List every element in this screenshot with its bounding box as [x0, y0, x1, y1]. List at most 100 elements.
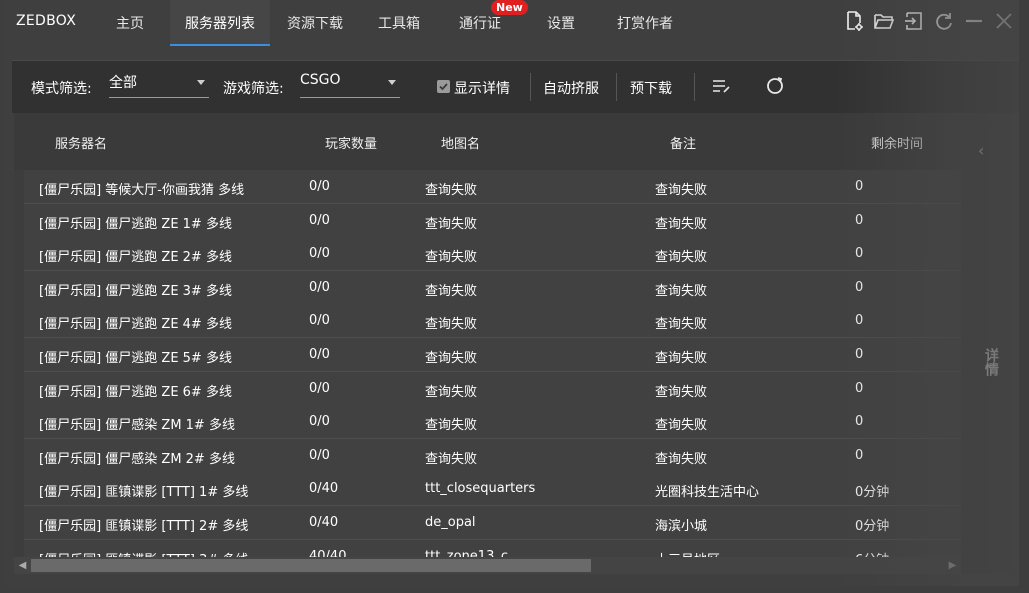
map-cell: 查询失败	[425, 384, 478, 400]
map-cell: 查询失败	[425, 451, 478, 467]
title-bar: ZEDBOX 主页 服务器列表 资源下载 工具箱 通行证 New 设置 打赏作者	[4, 0, 1019, 46]
players-cell: 0/40	[309, 515, 339, 530]
table-row[interactable]: [僵尸乐园] 匪镇谍影 [TTT] 1# 多线 0/40 ttt_closequar…	[24, 472, 961, 507]
mode-filter-label: 模式筛选:	[31, 81, 92, 97]
players-cell: 0/0	[309, 212, 330, 228]
nav-item-downloads[interactable]: 资源下载	[287, 13, 343, 33]
note-cell: 查询失败	[655, 317, 708, 333]
time-left-cell: 0	[855, 246, 864, 262]
table-row[interactable]: [僵尸乐园] 僵尸逃跑 ZE 4# 多线 0/0 查询失败 查询失败 0	[24, 304, 961, 339]
refresh-list-icon[interactable]	[764, 75, 786, 97]
note-cell: 查询失败	[655, 418, 708, 434]
server-name-cell: [僵尸乐园] 僵尸感染 ZM 1# 多线	[39, 418, 235, 434]
players-cell: 0/0	[309, 447, 330, 463]
nav-active-underline	[170, 44, 270, 46]
map-cell: 查询失败	[425, 317, 478, 333]
app-name: ZEDBOX	[16, 13, 77, 29]
note-cell: 光圈科技生活中心	[655, 485, 760, 501]
mode-filter-select[interactable]: 全部	[109, 71, 209, 98]
scroll-left-arrow-icon[interactable]: ◀	[14, 557, 31, 574]
filter-toolbar: 模式筛选: 全部 游戏筛选: CSGO 显示详情 自动挤服 预下载	[12, 60, 1019, 113]
chevron-down-icon	[197, 80, 205, 85]
scroll-right-arrow-icon[interactable]: ▶	[944, 557, 961, 574]
scroll-thumb[interactable]	[31, 559, 591, 572]
game-filter-value: CSGO	[300, 72, 341, 88]
column-header-time-left[interactable]: 剩余时间	[871, 133, 923, 152]
time-left-cell: 0	[855, 347, 864, 362]
mode-filter-value: 全部	[109, 75, 137, 91]
nav-item-settings[interactable]: 设置	[547, 13, 575, 33]
details-panel-toggle[interactable]: 详情	[981, 348, 1001, 376]
table-row[interactable]: [僵尸乐园] 匪镇谍影 [TTT] 2# 多线 0/40 de_opal 海滨小城 0分…	[24, 506, 961, 540]
players-cell: 0/0	[309, 414, 330, 430]
table-row[interactable]: [僵尸乐园] 等候大厅-你画我猜 多线 0/0 查询失败 查询失败 0	[24, 170, 961, 204]
players-cell: 0/0	[309, 279, 330, 295]
time-left-cell: 0	[855, 279, 864, 295]
map-cell: 查询失败	[425, 418, 478, 434]
nav-item-server-list[interactable]: 服务器列表	[185, 13, 255, 33]
nav-item-pass[interactable]: 通行证	[459, 13, 501, 33]
players-cell: 0/0	[309, 347, 330, 362]
table-row[interactable]: [僵尸乐园] 僵尸逃跑 ZE 5# 多线 0/0 查询失败 查询失败 0	[24, 338, 961, 372]
map-cell: 查询失败	[425, 250, 478, 266]
note-cell: 海滨小城	[655, 519, 708, 534]
pre-download-button[interactable]: 预下载	[630, 78, 672, 98]
table-row[interactable]: [僵尸乐园] 僵尸逃跑 ZE 6# 多线 0/0 查询失败 查询失败 0	[24, 371, 961, 406]
toolbar-divider	[530, 73, 531, 101]
app-window: ZEDBOX 主页 服务器列表 资源下载 工具箱 通行证 New 设置 打赏作者	[4, 0, 1019, 586]
table-row[interactable]: [僵尸乐园] 僵尸逃跑 ZE 2# 多线 0/0 查询失败 查询失败 0	[24, 237, 961, 272]
show-details-label[interactable]: 显示详情	[454, 78, 510, 98]
server-name-cell: [僵尸乐园] 僵尸感染 ZM 2# 多线	[39, 451, 235, 467]
login-icon[interactable]	[903, 10, 925, 32]
nav-item-home[interactable]: 主页	[116, 13, 144, 33]
players-cell: 0/0	[309, 380, 330, 396]
table-row[interactable]: [僵尸乐园] 僵尸逃跑 ZE 3# 多线 0/0 查询失败 查询失败 0	[24, 270, 961, 305]
table-row[interactable]: [僵尸乐园] 僵尸逃跑 ZE 1# 多线 0/0 查询失败 查询失败 0	[24, 203, 961, 238]
sort-list-icon[interactable]	[710, 75, 732, 97]
server-name-cell: [僵尸乐园] 匪镇谍影 [TTT] 2# 多线	[39, 519, 249, 534]
time-left-cell: 0	[855, 313, 864, 329]
map-cell: de_opal	[425, 515, 476, 530]
players-cell: 0/40	[309, 481, 339, 497]
column-header-server-name[interactable]: 服务器名	[55, 133, 107, 152]
time-left-cell: 0	[855, 380, 864, 396]
chevron-down-icon	[388, 80, 396, 85]
time-left-cell: 0分钟	[855, 519, 890, 534]
map-cell: 查询失败	[425, 351, 478, 366]
server-name-cell: [僵尸乐园] 僵尸逃跑 ZE 4# 多线	[39, 317, 232, 333]
server-name-cell: [僵尸乐园] 僵尸逃跑 ZE 3# 多线	[39, 283, 232, 299]
folder-open-icon[interactable]	[873, 10, 895, 32]
auto-squeeze-button[interactable]: 自动挤服	[543, 78, 599, 98]
time-left-cell: 0	[855, 179, 864, 194]
column-header-note[interactable]: 备注	[670, 133, 696, 152]
server-name-cell: [僵尸乐园] 等候大厅-你画我猜 多线	[39, 183, 245, 198]
column-header-map[interactable]: 地图名	[441, 133, 480, 152]
server-name-cell: [僵尸乐园] 僵尸逃跑 ZE 5# 多线	[39, 351, 232, 366]
time-left-cell: 0分钟	[855, 485, 890, 501]
file-settings-icon[interactable]	[843, 10, 865, 32]
nav-item-donate[interactable]: 打赏作者	[617, 13, 673, 33]
nav-item-toolbox[interactable]: 工具箱	[378, 13, 420, 33]
horizontal-scrollbar[interactable]: ◀ ▶	[14, 557, 961, 574]
note-cell: 查询失败	[655, 283, 708, 299]
note-cell: 查询失败	[655, 451, 708, 467]
game-filter-select[interactable]: CSGO	[300, 71, 400, 98]
game-filter-label: 游戏筛选:	[223, 81, 284, 97]
map-cell: ttt_closequarters	[425, 481, 536, 497]
show-details-checkbox[interactable]	[437, 80, 450, 93]
chevron-left-icon[interactable]: ‹	[978, 141, 984, 160]
table-row[interactable]: [僵尸乐园] 僵尸感染 ZM 1# 多线 0/0 查询失败 查询失败 0	[24, 405, 961, 440]
column-header-players[interactable]: 玩家数量	[325, 133, 377, 152]
refresh-icon[interactable]	[933, 10, 955, 32]
toolbar-divider	[616, 73, 617, 101]
time-left-cell: 0	[855, 447, 864, 463]
map-cell: 查询失败	[425, 216, 478, 232]
server-name-cell: [僵尸乐园] 僵尸逃跑 ZE 2# 多线	[39, 250, 232, 266]
server-name-cell: [僵尸乐园] 僵尸逃跑 ZE 1# 多线	[39, 216, 232, 232]
close-icon[interactable]	[993, 10, 1015, 32]
details-side-panel: ‹ 详情	[961, 113, 1019, 574]
server-table: 服务器名 玩家数量 地图名 备注 剩余时间 [僵尸乐园] 等候大厅-你画我猜 多…	[14, 113, 961, 563]
minimize-icon[interactable]	[963, 10, 985, 32]
table-row[interactable]: [僵尸乐园] 僵尸感染 ZM 2# 多线 0/0 查询失败 查询失败 0	[24, 438, 961, 473]
players-cell: 0/0	[309, 246, 330, 262]
